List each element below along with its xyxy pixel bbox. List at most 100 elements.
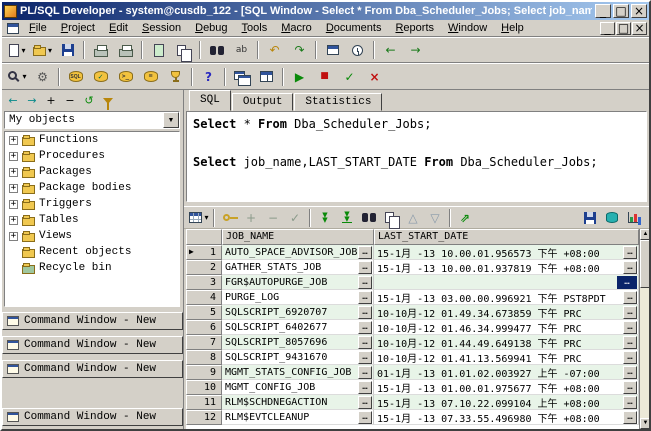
job-name-ellipsis-button[interactable]: … [358, 260, 372, 274]
last-start-date-cell[interactable]: 15-1月 -13 01.00.01.975677 下午 +08:00… [374, 380, 639, 395]
undo-button[interactable]: ↶ [262, 40, 287, 61]
copy-results-button[interactable] [380, 208, 402, 229]
job-name-ellipsis-button[interactable]: … [358, 395, 372, 409]
command-window-bar[interactable]: Command Window - New [2, 360, 183, 378]
last-start-date-ellipsis-button[interactable]: … [623, 380, 637, 394]
last-start-date-ellipsis-button[interactable]: … [623, 410, 637, 424]
tab-statistics[interactable]: Statistics [294, 93, 383, 111]
menu-file[interactable]: File [22, 21, 54, 35]
row-number-cell[interactable]: 6 [186, 320, 222, 335]
last-start-date-ellipsis-button[interactable]: … [623, 365, 637, 379]
expand-icon[interactable]: + [9, 215, 18, 225]
column-header-last-start-date[interactable]: LAST_START_DATE [374, 229, 639, 245]
last-start-date-ellipsis-button[interactable]: … [623, 290, 637, 304]
sql-editor[interactable]: Select * From Dba_Scheduler_Jobs; Select… [186, 111, 647, 202]
new-file-button[interactable]: ▾ [5, 40, 30, 61]
job-name-ellipsis-button[interactable]: … [358, 410, 372, 424]
last-start-date-cell[interactable]: 10-10月-12 01.49.34.673859 下午 PRC… [374, 305, 639, 320]
last-start-date-cell[interactable]: 01-1月 -13 01.01.02.003927 上午 -07:00… [374, 365, 639, 380]
column-header-job-name[interactable]: JOB_NAME [222, 229, 374, 245]
sort-asc-button[interactable]: △ [402, 208, 424, 227]
scroll-down-icon[interactable]: ▼ [640, 418, 649, 429]
remove-button[interactable]: − [61, 93, 79, 109]
find-button[interactable] [204, 40, 229, 61]
tree-item-package-bodies[interactable]: + Package bodies [5, 180, 179, 196]
last-start-date-cell[interactable]: 15-1月 -13 07.10.22.099104 上午 +08:00… [374, 395, 639, 410]
expand-icon[interactable]: + [9, 183, 18, 193]
tree-item-recycle-bin[interactable]: Recycle bin [5, 260, 179, 276]
expand-icon[interactable]: + [9, 151, 18, 161]
job-name-cell[interactable]: SQLSCRIPT_6402677… [222, 320, 374, 335]
row-number-cell[interactable]: 2 [186, 260, 222, 275]
fetch-all-button[interactable]: ▼▼ [336, 208, 358, 227]
job-name-ellipsis-button[interactable]: … [358, 365, 372, 379]
job-name-ellipsis-button[interactable]: … [358, 380, 372, 394]
job-name-cell[interactable]: RLM$EVTCLEANUP… [222, 410, 374, 425]
row-number-cell[interactable]: 7 [186, 335, 222, 350]
edit-lock-button[interactable] [218, 208, 240, 227]
last-start-date-cell[interactable]: 15-1月 -13 07.33.55.496980 下午 +08:00… [374, 410, 639, 425]
preferences-button[interactable]: ⚙ [30, 66, 55, 87]
find-results-button[interactable] [358, 208, 380, 227]
minimize-button[interactable]: _ [595, 4, 611, 18]
back-button[interactable]: ← [4, 93, 22, 109]
tree-item-tables[interactable]: + Tables [5, 212, 179, 228]
row-number-cell[interactable]: 12 [186, 410, 222, 425]
job-name-cell[interactable]: SQLSCRIPT_8057696… [222, 335, 374, 350]
last-start-date-cell[interactable]: 10-10月-12 01.46.34.999477 下午 PRC… [374, 320, 639, 335]
nav-forward-button[interactable]: → [403, 40, 428, 61]
last-start-date-cell[interactable]: 15-1月 -13 10.00.01.937819 下午 +08:00… [374, 260, 639, 275]
menu-reports[interactable]: Reports [388, 21, 441, 35]
menu-tools[interactable]: Tools [235, 21, 275, 35]
new-sql-window-button[interactable] [63, 66, 88, 87]
job-name-cell[interactable]: MGMT_STATS_CONFIG_JOB… [222, 365, 374, 380]
dropdown-arrow-icon[interactable]: ▼ [163, 112, 179, 128]
tile-horizontal-button[interactable] [254, 66, 279, 87]
rollback-button[interactable]: × [362, 66, 387, 87]
expand-icon[interactable]: + [9, 135, 18, 145]
last-start-date-cell[interactable]: … [374, 275, 639, 290]
last-start-date-cell[interactable]: 10-10月-12 01.44.49.649138 下午 PRC… [374, 335, 639, 350]
refresh-button[interactable]: ↺ [80, 93, 98, 109]
save-results-button[interactable] [579, 208, 601, 227]
last-start-date-ellipsis-button[interactable]: … [623, 305, 637, 319]
mdi-minimize-button[interactable]: _ [600, 21, 615, 35]
last-start-date-cell[interactable]: 15-1月 -13 03.00.00.996921 下午 PST8PDT… [374, 290, 639, 305]
last-start-date-cell[interactable]: 15-1月 -13 10.00.01.956573 下午 +08:00… [374, 245, 639, 260]
last-start-date-ellipsis-button[interactable]: … [623, 350, 637, 364]
window-list-button[interactable] [320, 40, 345, 61]
row-number-cell[interactable]: 8 [186, 350, 222, 365]
browser-scope-dropdown[interactable]: My objects ▼ [4, 111, 180, 129]
remove-row-button[interactable]: − [262, 208, 284, 227]
tree-item-views[interactable]: + Views [5, 228, 179, 244]
last-start-date-ellipsis-button[interactable]: … [623, 395, 637, 409]
export-file-button[interactable] [146, 40, 171, 61]
job-name-ellipsis-button[interactable]: … [358, 245, 372, 259]
maximize-button[interactable]: □ [613, 4, 629, 18]
menu-edit[interactable]: Edit [102, 21, 135, 35]
tab-sql[interactable]: SQL [189, 90, 231, 111]
menu-session[interactable]: Session [135, 21, 188, 35]
job-name-cell[interactable]: MGMT_CONFIG_JOB… [222, 380, 374, 395]
last-start-date-cell[interactable]: 10-10月-12 01.41.13.569941 下午 PRC… [374, 350, 639, 365]
job-name-cell[interactable]: FGR$AUTOPURGE_JOB… [222, 275, 374, 290]
browse-button[interactable]: ▾ [5, 66, 30, 87]
forward-button[interactable]: → [23, 93, 41, 109]
print-preview-button[interactable] [113, 40, 138, 61]
row-number-cell[interactable]: 4 [186, 290, 222, 305]
row-number-cell[interactable]: 5 [186, 305, 222, 320]
last-start-date-ellipsis-button[interactable]: … [623, 245, 637, 259]
menu-window[interactable]: Window [441, 21, 494, 35]
menu-macro[interactable]: Macro [274, 21, 319, 35]
last-start-date-ellipsis-button[interactable]: … [617, 275, 637, 289]
mdi-restore-button[interactable]: □ [616, 21, 631, 35]
expand-icon[interactable]: + [9, 167, 18, 177]
mdi-document-icon[interactable] [7, 22, 19, 34]
command-window-bar[interactable]: Command Window - New [2, 312, 183, 330]
row-number-cell[interactable]: ▶ 1 [186, 245, 222, 260]
new-report-window-button[interactable] [163, 66, 188, 87]
row-number-cell[interactable]: 10 [186, 380, 222, 395]
save-button[interactable] [55, 40, 80, 61]
export-data-button[interactable]: ⇗ [454, 208, 476, 227]
scroll-up-icon[interactable]: ▲ [640, 229, 649, 240]
